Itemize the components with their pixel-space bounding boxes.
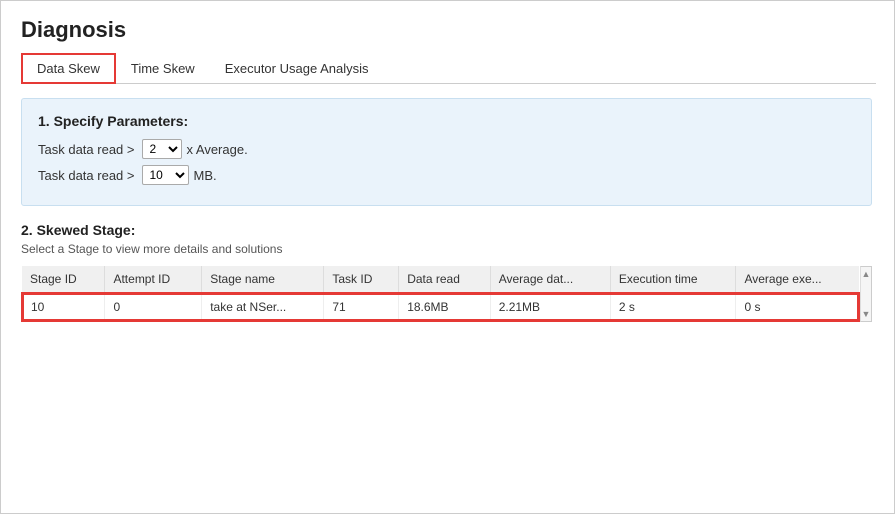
scrollbar-down-arrow[interactable]: ▼ (862, 307, 871, 321)
param1-label: Task data read > (38, 142, 134, 157)
table-header-row: Stage ID Attempt ID Stage name Task ID D… (22, 266, 859, 293)
cell-avg-data: 2.21MB (490, 293, 610, 321)
tab-data-skew[interactable]: Data Skew (21, 53, 116, 84)
col-attempt-id: Attempt ID (105, 266, 202, 293)
cell-stage-id: 10 (22, 293, 105, 321)
cell-stage-name: take at NSer... (202, 293, 324, 321)
param1-suffix: x Average. (186, 142, 247, 157)
table-scrollbar: ▲ ▼ (860, 266, 872, 322)
col-task-id: Task ID (324, 266, 399, 293)
col-exec-time: Execution time (610, 266, 736, 293)
table-wrap: Stage ID Attempt ID Stage name Task ID D… (21, 266, 860, 322)
param-row-1: Task data read > 1 2 3 5 10 x Average. (38, 139, 855, 159)
skewed-stage-table: Stage ID Attempt ID Stage name Task ID D… (21, 266, 860, 322)
cell-exec-time: 2 s (610, 293, 736, 321)
section1-title: 1. Specify Parameters: (38, 113, 855, 129)
content-area: 1. Specify Parameters: Task data read > … (21, 84, 876, 515)
col-data-read: Data read (399, 266, 491, 293)
param1-select[interactable]: 1 2 3 5 10 (142, 139, 182, 159)
section2-box: 2. Skewed Stage: Select a Stage to view … (21, 222, 872, 322)
page-title: Diagnosis (21, 17, 876, 43)
section2-title: 2. Skewed Stage: (21, 222, 872, 238)
param-row-2: Task data read > 5 10 20 50 100 MB. (38, 165, 855, 185)
cell-avg-exec: 0 s (736, 293, 859, 321)
tab-time-skew[interactable]: Time Skew (116, 54, 210, 83)
cell-data-read: 18.6MB (399, 293, 491, 321)
scrollbar-up-arrow[interactable]: ▲ (862, 267, 871, 281)
cell-attempt-id: 0 (105, 293, 202, 321)
table-outer: Stage ID Attempt ID Stage name Task ID D… (21, 266, 872, 322)
tabs-bar: Data Skew Time Skew Executor Usage Analy… (21, 53, 876, 84)
col-avg-data: Average dat... (490, 266, 610, 293)
cell-task-id: 71 (324, 293, 399, 321)
col-stage-id: Stage ID (22, 266, 105, 293)
section2-subtitle: Select a Stage to view more details and … (21, 242, 872, 256)
param2-select[interactable]: 5 10 20 50 100 (142, 165, 189, 185)
col-avg-exec: Average exe... (736, 266, 859, 293)
page-container: Diagnosis Data Skew Time Skew Executor U… (1, 1, 895, 515)
section1-box: 1. Specify Parameters: Task data read > … (21, 98, 872, 206)
col-stage-name: Stage name (202, 266, 324, 293)
tab-executor-usage[interactable]: Executor Usage Analysis (210, 54, 384, 83)
table-row[interactable]: 10 0 take at NSer... 71 18.6MB 2.21MB 2 … (22, 293, 859, 321)
param2-label: Task data read > (38, 168, 134, 183)
param2-suffix: MB. (193, 168, 216, 183)
